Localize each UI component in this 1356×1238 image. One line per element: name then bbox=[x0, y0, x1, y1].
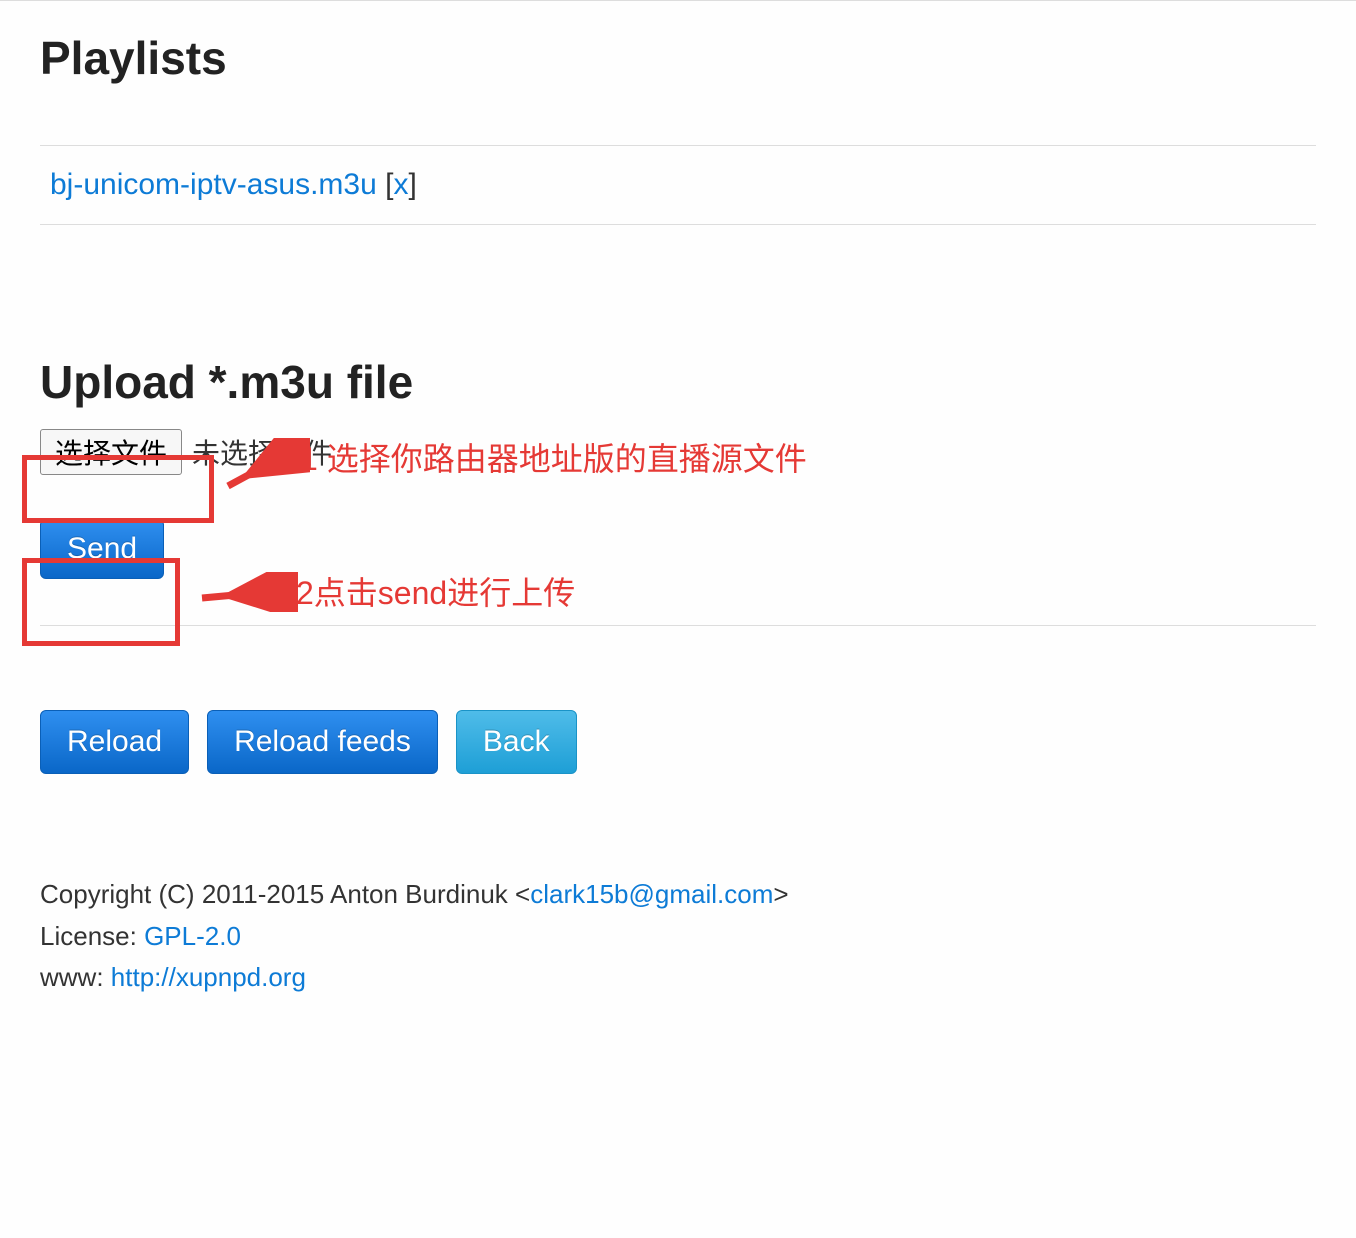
annotation-arrow-1-icon bbox=[210, 438, 310, 500]
upload-heading: Upload *.m3u file bbox=[40, 355, 1316, 409]
bracket-close: ] bbox=[408, 168, 416, 201]
reload-button[interactable]: Reload bbox=[40, 710, 189, 774]
www-link[interactable]: http://xupnpd.org bbox=[111, 962, 306, 992]
www-label: www: bbox=[40, 962, 111, 992]
annotation-arrow-2-icon bbox=[188, 572, 298, 612]
annotation-step1: 1 选择你路由器地址版的直播源文件 bbox=[300, 434, 807, 480]
delete-playlist-link[interactable]: x bbox=[393, 168, 408, 201]
copyright-prefix: Copyright (C) 2011-2015 Anton Burdinuk < bbox=[40, 879, 530, 909]
copyright-line: Copyright (C) 2011-2015 Anton Burdinuk <… bbox=[40, 874, 1316, 916]
license-link[interactable]: GPL-2.0 bbox=[144, 921, 241, 951]
divider bbox=[40, 224, 1316, 225]
license-label: License: bbox=[40, 921, 144, 951]
www-line: www: http://xupnpd.org bbox=[40, 957, 1316, 999]
footer: Copyright (C) 2011-2015 Anton Burdinuk <… bbox=[40, 874, 1316, 999]
back-button[interactable]: Back bbox=[456, 710, 577, 774]
playlist-filename-link[interactable]: bj-unicom-iptv-asus.m3u bbox=[50, 168, 377, 201]
send-button[interactable]: Send bbox=[40, 519, 164, 579]
reload-feeds-button[interactable]: Reload feeds bbox=[207, 710, 438, 774]
license-line: License: GPL-2.0 bbox=[40, 916, 1316, 958]
divider bbox=[40, 625, 1316, 626]
annotation-step2: 2点击send进行上传 bbox=[296, 568, 575, 614]
author-email-link[interactable]: clark15b@gmail.com bbox=[530, 879, 773, 909]
playlists-heading: Playlists bbox=[40, 31, 1316, 85]
playlist-row: bj-unicom-iptv-asus.m3u [x] bbox=[40, 146, 1316, 224]
copyright-suffix: > bbox=[773, 879, 788, 909]
choose-file-button[interactable]: 选择文件 bbox=[40, 429, 182, 475]
